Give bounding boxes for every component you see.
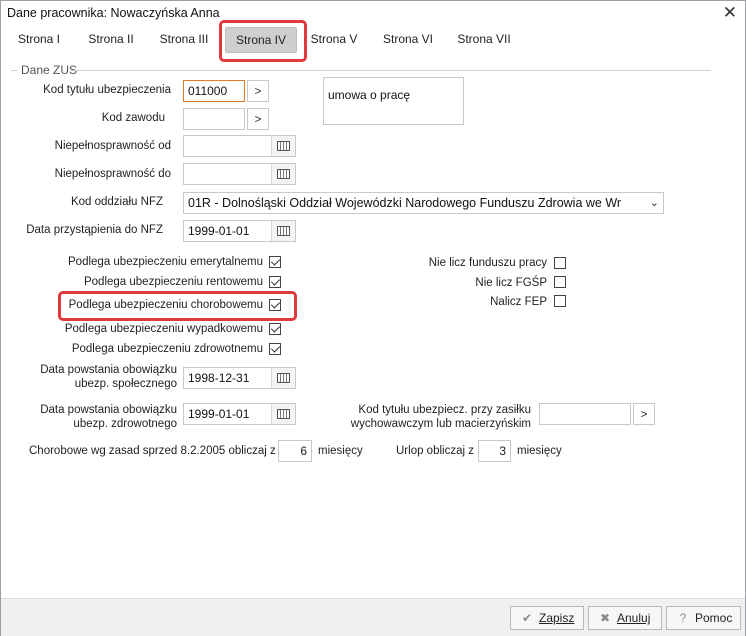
kod-tytulu-input[interactable]: 011000 <box>183 80 245 102</box>
save-button[interactable]: ✔ Zapisz <box>510 606 584 630</box>
emerytalne-checkbox[interactable] <box>269 256 281 268</box>
nie-licz-fgsp-label: Nie licz FGŚP <box>475 277 547 289</box>
calendar-button[interactable] <box>271 368 295 388</box>
kod-tytulu-label: Kod tytułu ubezpieczenia <box>43 84 171 96</box>
calendar-icon <box>277 169 290 179</box>
urlop-label: Urlop obliczaj z <box>396 445 474 457</box>
niepelno-do-label: Niepełnosprawność do <box>54 168 171 180</box>
kod-tytulu-description: umowa o pracę <box>323 77 464 125</box>
emerytalne-label: Podlega ubezpieczeniu emerytalnemu <box>68 256 263 268</box>
chevron-right-icon: > <box>254 112 262 126</box>
tab-strona-3[interactable]: Strona III <box>153 25 215 53</box>
data-nfz-value: 1999-01-01 <box>188 224 250 238</box>
kod-tytulu-lookup-button[interactable]: > <box>247 80 269 102</box>
save-button-label: Zapisz <box>539 611 575 625</box>
tab-strona-1[interactable]: Strona I <box>11 25 67 53</box>
niepelno-do-input[interactable] <box>183 163 296 185</box>
tab-bar: Strona I Strona II Strona III Strona IV … <box>1 25 745 55</box>
nalicz-fep-checkbox[interactable] <box>554 295 566 307</box>
calendar-icon <box>277 409 290 419</box>
chorobowe-checkbox[interactable] <box>269 299 281 311</box>
rentowe-label: Podlega ubezpieczeniu rentowemu <box>83 276 263 288</box>
close-icon: ✖ <box>599 611 611 625</box>
tab-strona-7[interactable]: Strona VII <box>451 25 517 53</box>
help-icon: ? <box>679 611 687 625</box>
nalicz-fep-label: Nalicz FEP <box>490 296 547 308</box>
group-divider-left <box>11 70 17 71</box>
kod-zawodu-label: Kod zawodu <box>101 112 165 124</box>
tab-strona-2[interactable]: Strona II <box>81 25 141 53</box>
rentowe-checkbox[interactable] <box>269 276 281 288</box>
kod-nfz-value: 01R - Dolnośląski Oddział Wojewódzki Nar… <box>188 196 622 210</box>
calendar-icon <box>277 141 290 151</box>
urlop-unit-label: miesięcy <box>517 445 562 457</box>
tab-strona-4[interactable]: Strona IV <box>225 27 297 53</box>
data-spol-input[interactable]: 1998-12-31 <box>183 367 296 389</box>
kod-zasilku-lookup-button[interactable]: > <box>633 403 655 425</box>
zdrowotne-label: Podlega ubezpieczeniu zdrowotnemu <box>71 343 263 355</box>
group-title-dane-zus: Dane ZUS <box>21 63 78 77</box>
cancel-button[interactable]: ✖ Anuluj <box>588 606 662 630</box>
title-bar: Dane pracownika: Nowaczyńska Anna ✕ <box>1 1 745 25</box>
group-divider <box>71 70 711 71</box>
dialog-window: Dane pracownika: Nowaczyńska Anna ✕ Stro… <box>0 0 746 636</box>
nie-licz-fp-label: Nie licz funduszu pracy <box>428 257 547 269</box>
data-spol-label: Data powstania obowiązku ubezp. społeczn… <box>40 364 177 390</box>
data-zdrow-value: 1999-01-01 <box>188 407 250 421</box>
help-button-label: Pomoc <box>695 611 733 625</box>
kod-zasilku-input[interactable] <box>539 403 631 425</box>
calendar-button[interactable] <box>271 164 295 184</box>
wypadkowe-label: Podlega ubezpieczeniu wypadkowemu <box>64 323 263 335</box>
chorobowe-label: Podlega ubezpieczeniu chorobowemu <box>68 299 263 311</box>
calendar-button[interactable] <box>271 136 295 156</box>
data-nfz-input[interactable]: 1999-01-01 <box>183 220 296 242</box>
kod-zasilku-label: Kod tytułu ubezpiecz. przy zasiłku wycho… <box>350 404 531 430</box>
zdrowotne-checkbox[interactable] <box>269 343 281 355</box>
data-nfz-label: Data przystąpienia do NFZ <box>26 224 163 236</box>
data-spol-value: 1998-12-31 <box>188 371 250 385</box>
kod-zawodu-input[interactable] <box>183 108 245 130</box>
chorobowe-okres-label: Chorobowe wg zasad sprzed 8.2.2005 oblic… <box>29 445 276 457</box>
checkmark-icon: ✔ <box>521 611 533 625</box>
wypadkowe-checkbox[interactable] <box>269 323 281 335</box>
data-zdrow-input[interactable]: 1999-01-01 <box>183 403 296 425</box>
kod-zawodu-lookup-button[interactable]: > <box>247 108 269 130</box>
calendar-button[interactable] <box>271 221 295 241</box>
niepelno-od-label: Niepełnosprawność od <box>54 140 171 152</box>
calendar-icon <box>277 373 290 383</box>
tab-strona-6[interactable]: Strona VI <box>377 25 439 53</box>
kod-nfz-select[interactable]: 01R - Dolnośląski Oddział Wojewódzki Nar… <box>183 192 664 214</box>
nie-licz-fgsp-checkbox[interactable] <box>554 276 566 288</box>
data-zdrow-label: Data powstania obowiązku ubezp. zdrowotn… <box>40 404 177 430</box>
help-button[interactable]: ? Pomoc <box>666 606 741 630</box>
window-title: Dane pracownika: Nowaczyńska Anna <box>7 6 220 20</box>
close-icon[interactable]: ✕ <box>723 3 737 23</box>
calendar-icon <box>277 226 290 236</box>
urlop-months-input[interactable]: 3 <box>478 440 511 462</box>
nie-licz-fp-checkbox[interactable] <box>554 257 566 269</box>
kod-nfz-label: Kod oddziału NFZ <box>70 196 163 208</box>
tab-strona-5[interactable]: Strona V <box>305 25 363 53</box>
chevron-down-icon: ⌄ <box>649 197 659 209</box>
chevron-right-icon: > <box>254 84 262 98</box>
chevron-right-icon: > <box>640 407 648 421</box>
chorobowe-months-input[interactable]: 6 <box>278 440 312 462</box>
dialog-footer: ✔ Zapisz ✖ Anuluj ? Pomoc <box>1 598 745 636</box>
chorobowe-unit-label: miesięcy <box>318 445 363 457</box>
niepelno-od-input[interactable] <box>183 135 296 157</box>
calendar-button[interactable] <box>271 404 295 424</box>
cancel-button-label: Anuluj <box>617 611 651 625</box>
